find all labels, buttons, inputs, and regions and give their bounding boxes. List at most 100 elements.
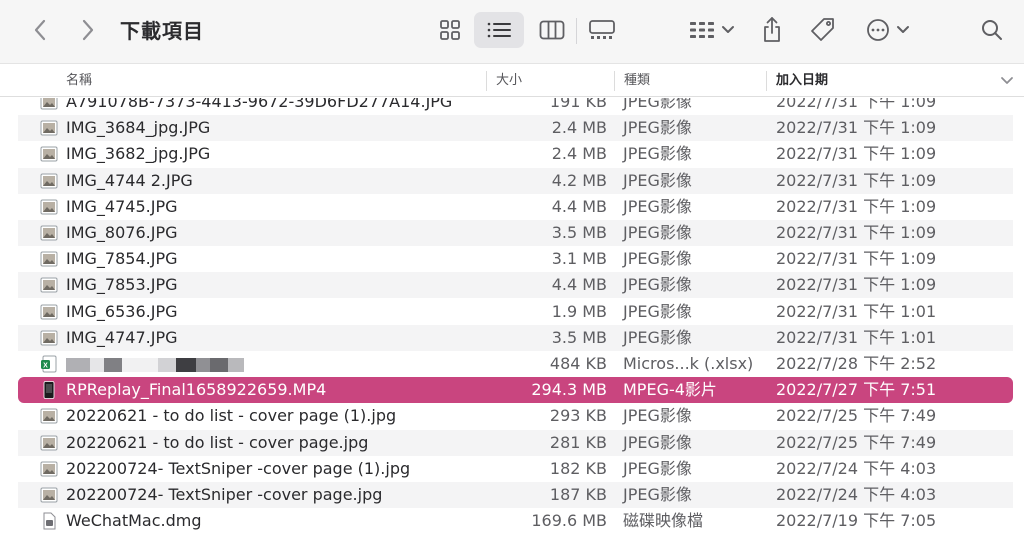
column-view-button[interactable] [532, 12, 572, 48]
file-date-added: 2022/7/27 下午 7:51 [776, 380, 937, 400]
disk-image-icon [40, 512, 58, 530]
file-size: 3.1 MB [551, 249, 607, 269]
file-row[interactable]: WeChatMac.dmg 169.6 MB 磁碟映像檔 2022/7/19 下午 7… [18, 508, 1013, 534]
column-header-bar: 名稱 大小 種類 加入日期 [0, 65, 1024, 97]
file-size: 187 KB [549, 485, 607, 504]
column-header-date-added[interactable]: 加入日期 [776, 65, 828, 97]
file-row[interactable]: A791078B-7373-4413-9672-39D6FD277A14.JPG… [18, 98, 1013, 115]
file-kind: JPEG影像 [623, 406, 692, 426]
list-view-button[interactable] [474, 12, 524, 48]
file-name: 20220621 - to do list - cover page (1).j… [66, 406, 397, 426]
icon-view-button[interactable] [432, 12, 468, 48]
file-row[interactable]: IMG_7854.JPG 3.1 MB JPEG影像 2022/7/31 下午 1:0… [18, 246, 1013, 272]
chevron-down-icon[interactable] [1000, 74, 1014, 88]
file-name: 20220621 - to do list - cover page.jpg [66, 432, 369, 452]
window-title: 下載項目 [120, 19, 204, 43]
more-actions-button[interactable] [860, 12, 916, 48]
file-row[interactable]: 202200724- TextSniper -cover page (1).jp… [18, 456, 1013, 482]
file-date-added: 2022/7/31 下午 1:01 [776, 301, 937, 321]
file-row[interactable]: IMG_4747.JPG 3.5 MB JPEG影像 2022/7/31 下午 1:0… [18, 324, 1013, 351]
file-date-added: 2022/7/19 下午 7:05 [776, 511, 937, 531]
column-view-icon [539, 20, 565, 40]
forward-button[interactable] [74, 12, 102, 48]
file-name: IMG_7854.JPG [66, 249, 178, 269]
column-header-size[interactable]: 大小 [496, 65, 522, 97]
tag-button[interactable] [806, 12, 840, 48]
file-kind: JPEG影像 [623, 301, 692, 321]
file-name: WeChatMac.dmg [66, 511, 202, 531]
file-row[interactable]: IMG_8076.JPG 3.5 MB JPEG影像 2022/7/31 下午 1:0… [18, 220, 1013, 246]
image-file-icon [40, 172, 58, 190]
file-date-added: 2022/7/31 下午 1:09 [776, 249, 937, 269]
chevron-right-icon [82, 19, 94, 41]
file-size: 3.5 MB [551, 223, 607, 242]
video-file-icon [40, 381, 58, 400]
toolbar: 下載項目 [0, 0, 1024, 64]
file-size: 484 KB [549, 354, 607, 373]
gallery-view-button[interactable] [582, 12, 622, 48]
chevron-down-icon [722, 26, 734, 33]
file-row[interactable]: 20220621 - to do list - cover page.jpg 28… [18, 429, 1013, 456]
file-name: IMG_4747.JPG [66, 327, 178, 347]
file-name: 202200724- TextSniper -cover page.jpg [66, 485, 383, 504]
file-row[interactable]: 20220621 - to do list - cover page (1).j… [18, 403, 1013, 429]
file-name: IMG_4744 2.JPG [66, 170, 193, 190]
search-button[interactable] [976, 12, 1008, 48]
file-name: IMG_3684_jpg.JPG [66, 118, 211, 138]
file-kind: JPEG影像 [623, 118, 692, 138]
file-size: 2.4 MB [551, 118, 607, 138]
file-row[interactable]: IMG_3684_jpg.JPG 2.4 MB JPEG影像 2022/7/31 下午… [18, 115, 1013, 142]
file-kind: JPEG影像 [623, 327, 692, 347]
file-date-added: 2022/7/31 下午 1:09 [776, 98, 937, 111]
file-kind: 磁碟映像檔 [623, 511, 704, 531]
column-divider[interactable] [614, 71, 615, 91]
back-button[interactable] [26, 12, 54, 48]
file-date-added: 2022/7/24 下午 4:03 [776, 458, 937, 478]
column-header-name[interactable]: 名稱 [66, 65, 92, 97]
grid-view-icon [440, 20, 460, 40]
file-size: 294.3 MB [531, 380, 607, 400]
image-file-icon [40, 407, 58, 425]
file-size: 191 KB [549, 98, 607, 111]
image-file-icon [40, 119, 58, 137]
file-size: 281 KB [549, 432, 607, 452]
tag-icon [811, 18, 834, 41]
gallery-view-icon [589, 20, 615, 39]
file-date-added: 2022/7/31 下午 1:09 [776, 196, 937, 216]
svg-text:X: X [43, 362, 48, 369]
toolbar-divider [576, 18, 577, 44]
chevron-down-icon [897, 26, 909, 33]
file-row[interactable]: X 484 KB Micros...k (.xlsx) 2022/7/28 下午 2:… [18, 351, 1013, 377]
file-kind: JPEG影像 [623, 485, 692, 504]
file-row[interactable]: IMG_3682_jpg.JPG 2.4 MB JPEG影像 2022/7/31 下午… [18, 141, 1013, 167]
image-file-icon [40, 250, 58, 268]
file-row[interactable]: IMG_4745.JPG 4.4 MB JPEG影像 2022/7/31 下午 1:0… [18, 194, 1013, 220]
image-file-icon [40, 486, 58, 504]
file-row[interactable]: 202200724- TextSniper -cover page.jpg 187… [18, 482, 1013, 508]
excel-file-icon: X [40, 355, 58, 373]
file-date-added: 2022/7/31 下午 1:09 [776, 118, 937, 138]
file-date-added: 2022/7/25 下午 7:49 [776, 406, 937, 426]
file-size: 169.6 MB [531, 511, 607, 531]
file-row-selected[interactable]: RPReplay_Final1658922659.MP4 294.3 MB MPEG… [18, 377, 1013, 404]
list-view-icon [487, 22, 511, 38]
column-divider[interactable] [486, 71, 487, 91]
file-row[interactable]: IMG_6536.JPG 1.9 MB JPEG影像 2022/7/31 下午 1:0… [18, 299, 1013, 325]
file-kind: JPEG影像 [623, 144, 692, 164]
file-size: 4.4 MB [551, 196, 607, 216]
column-header-kind[interactable]: 種類 [624, 65, 650, 97]
column-divider[interactable] [766, 71, 767, 91]
file-row[interactable]: IMG_7853.JPG 4.4 MB JPEG影像 2022/7/31 下午 1:0… [18, 272, 1013, 299]
file-kind: JPEG影像 [623, 98, 692, 111]
file-size: 4.4 MB [551, 275, 607, 295]
file-name: IMG_3682_jpg.JPG [66, 144, 211, 164]
file-row[interactable]: IMG_4744 2.JPG 4.2 MB JPEG影像 2022/7/31 下午 1… [18, 167, 1013, 194]
image-file-icon [40, 460, 58, 478]
group-by-button[interactable] [684, 12, 740, 48]
share-button[interactable] [756, 12, 788, 48]
file-date-added: 2022/7/25 下午 7:49 [776, 432, 937, 452]
search-icon [982, 20, 1002, 40]
file-date-added: 2022/7/31 下午 1:09 [776, 275, 937, 295]
file-name: 202200724- TextSniper -cover page (1).jp… [66, 458, 411, 478]
image-file-icon [40, 198, 58, 216]
